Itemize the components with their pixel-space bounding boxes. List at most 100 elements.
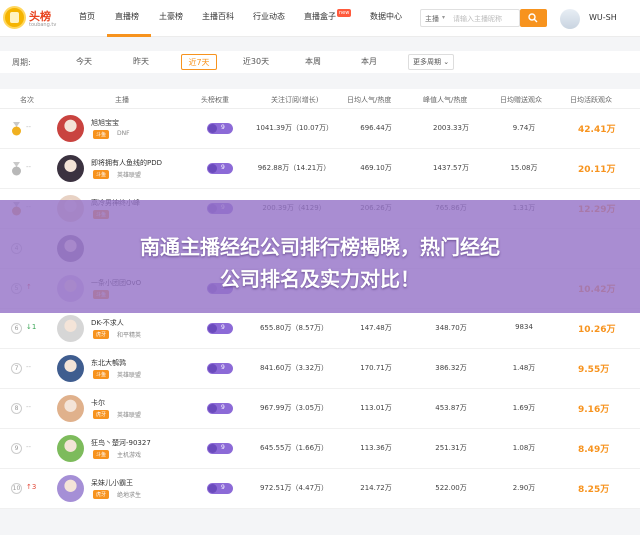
- game-category: DNF: [117, 130, 130, 137]
- user-name[interactable]: WU-SH: [589, 13, 617, 22]
- table-row[interactable]: 9 -- 狂鸟丶楚河-90327 斗鱼 主机游戏 9 645.55万（1.66万） 113.3…: [0, 429, 640, 469]
- cell-follow: 967.99万（3.05万）: [259, 404, 329, 412]
- weight-value: 9: [221, 404, 225, 411]
- streamer-name[interactable]: 旭旭宝宝: [91, 118, 119, 128]
- cell-follow: 962.88万（14.21万）: [257, 164, 331, 172]
- cell-peak-pop: 1437.57万: [433, 164, 469, 172]
- cell-avg-pop: 696.44万: [360, 124, 392, 132]
- site-logo[interactable]: 头榜 toubang.tv: [3, 6, 57, 32]
- platform-badge: 斗鱼: [93, 450, 110, 459]
- search-button[interactable]: [520, 9, 547, 27]
- cell-peak-pop: 453.87万: [435, 404, 467, 412]
- streamer-avatar[interactable]: [57, 155, 84, 182]
- streamer-name[interactable]: DK-不求人: [91, 318, 124, 328]
- rank-number: 8: [11, 403, 22, 414]
- weight-icon: [208, 444, 217, 453]
- active-viewers-value: 9.55万: [578, 365, 610, 375]
- game-category: 和平精英: [117, 332, 142, 339]
- active-viewers-value: 8.49万: [578, 445, 610, 455]
- active-nav-indicator: [107, 34, 151, 37]
- nav-item-home[interactable]: 首页: [79, 11, 95, 22]
- rank-number: 6: [11, 323, 22, 334]
- nav-item-rich-rank[interactable]: 土豪榜: [159, 11, 183, 22]
- cell-peak-pop: 522.00万: [435, 484, 467, 492]
- streamer-avatar[interactable]: [57, 475, 84, 502]
- weight-value: 9: [221, 484, 225, 491]
- rank-trend: --: [26, 443, 32, 451]
- nav-item-live-box[interactable]: 直播盒子: [304, 11, 336, 22]
- game-category: 英雄联盟: [117, 172, 142, 179]
- streamer-name[interactable]: 即将拥有人鱼线的PDD: [91, 158, 162, 168]
- search-scope-select[interactable]: 主播: [425, 14, 439, 24]
- weight-icon: [208, 484, 217, 493]
- weight-icon: [208, 364, 217, 373]
- period-this-week[interactable]: 本周: [298, 54, 328, 70]
- nav-item-data-center[interactable]: 数据中心: [370, 11, 402, 22]
- weight-value: 9: [221, 164, 225, 171]
- ranking-table-header: 名次 主播 头榜权重 关注订阅(增长) 日均人气/热度 峰值人气/热度 日均赠送…: [0, 89, 640, 109]
- cell-gift: 2.90万: [512, 484, 536, 492]
- period-7-days[interactable]: 近7天: [181, 54, 217, 70]
- nav-item-wiki[interactable]: 主播百科: [202, 11, 234, 22]
- streamer-avatar[interactable]: [57, 115, 84, 142]
- col-avg-popularity[interactable]: 日均人气/热度: [347, 95, 391, 105]
- table-row[interactable]: 8 -- 卡尔 虎牙 英雄联盟 9 967.99万（3.05万） 113.01万 453.87万…: [0, 389, 640, 429]
- streamer-avatar[interactable]: [57, 315, 84, 342]
- streamer-name[interactable]: 卡尔: [91, 398, 105, 408]
- col-weight[interactable]: 头榜权重: [201, 95, 229, 105]
- cell-avg-pop: 147.48万: [360, 324, 392, 332]
- streamer-avatar[interactable]: [57, 435, 84, 462]
- rank-trend: ↓1: [26, 323, 37, 331]
- cell-follow: 1041.39万（10.07万）: [256, 124, 333, 132]
- cell-gift: 9834: [515, 323, 533, 331]
- table-row[interactable]: 7 -- 东北大鹌鹑 斗鱼 英雄联盟 9 841.60万（3.32万） 170.71万 386.…: [0, 349, 640, 389]
- table-row[interactable]: -- 旭旭宝宝 斗鱼 DNF 9 1041.39万（10.07万） 696.44万 2003.…: [0, 109, 640, 149]
- chevron-down-icon: ▾: [442, 14, 446, 21]
- nav-item-industry-news[interactable]: 行业动态: [253, 11, 285, 22]
- rank-number: 9: [11, 443, 22, 454]
- weight-badge: 9: [207, 163, 233, 174]
- weight-value: 9: [221, 324, 225, 331]
- period-yesterday[interactable]: 昨天: [125, 54, 157, 70]
- cell-gift: 1.48万: [512, 364, 536, 372]
- cell-gift: 1.08万: [512, 444, 536, 452]
- streamer-avatar[interactable]: [57, 355, 84, 382]
- streamer-name[interactable]: 东北大鹌鹑: [91, 358, 126, 368]
- weight-badge: 9: [207, 323, 233, 334]
- search-input[interactable]: 请输入主播昵称: [453, 14, 502, 24]
- weight-badge: 9: [207, 483, 233, 494]
- cell-follow: 655.80万（8.57万）: [259, 324, 329, 332]
- period-30-days[interactable]: 近30天: [238, 54, 274, 70]
- headline-line-1: 南通主播经纪公司排行榜揭晓，热门经纪: [140, 235, 500, 259]
- cell-avg-pop: 469.10万: [360, 164, 392, 172]
- table-row[interactable]: -- 即将拥有人鱼线的PDD 斗鱼 英雄联盟 9 962.88万（14.21万） 469.1…: [0, 149, 640, 189]
- more-periods-dropdown[interactable]: 更多周期 ⌄: [408, 54, 454, 70]
- table-row[interactable]: 6 ↓1 DK-不求人 虎牙 和平精英 9 655.80万（8.57万） 147.48万 348…: [0, 309, 640, 349]
- user-avatar[interactable]: [560, 9, 580, 29]
- weight-icon: [208, 164, 217, 173]
- col-gift-viewers[interactable]: 日均赠送观众: [500, 95, 542, 105]
- table-row[interactable]: 10 ↑3 呆妹儿小霸王 虎牙 绝地求生 9 972.51万（4.47万） 214.72万 52…: [0, 469, 640, 509]
- cell-follow: 645.55万（1.66万）: [259, 444, 329, 452]
- weight-badge: 9: [207, 443, 233, 454]
- cell-avg-pop: 113.36万: [360, 444, 392, 452]
- cell-gift: 9.74万: [512, 124, 536, 132]
- cell-gift: 1.69万: [512, 404, 536, 412]
- weight-icon: [208, 404, 217, 413]
- col-follow[interactable]: 关注订阅(增长): [271, 95, 318, 105]
- period-label: 周期:: [12, 58, 31, 67]
- nav-item-live-rank[interactable]: 直播榜: [115, 11, 139, 22]
- streamer-name[interactable]: 呆妹儿小霸王: [91, 478, 133, 488]
- period-today[interactable]: 今天: [68, 54, 100, 70]
- weight-value: 9: [221, 364, 225, 371]
- streamer-name[interactable]: 狂鸟丶楚河-90327: [91, 438, 151, 448]
- period-filter-bar: 周期: 今天 昨天 近7天 近30天 本周 本月 更多周期 ⌄: [0, 51, 640, 73]
- period-this-month[interactable]: 本月: [354, 54, 384, 70]
- col-active-viewers[interactable]: 日均活跃观众: [570, 95, 612, 105]
- cell-avg-pop: 214.72万: [360, 484, 392, 492]
- weight-icon: [208, 124, 217, 133]
- weight-badge: 9: [207, 123, 233, 134]
- col-peak-popularity[interactable]: 峰值人气/热度: [423, 95, 467, 105]
- streamer-avatar[interactable]: [57, 395, 84, 422]
- active-viewers-value: 42.41万: [578, 125, 616, 135]
